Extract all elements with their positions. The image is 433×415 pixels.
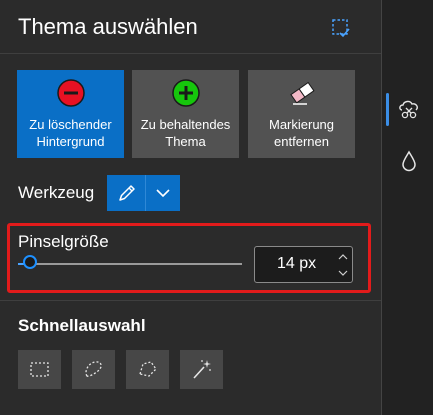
tool-label: Werkzeug xyxy=(18,183,95,202)
tool-button-label: Zu löschender Hintergrund xyxy=(29,117,112,149)
brush-size-slider-thumb[interactable] xyxy=(23,255,37,269)
dropdown-separator xyxy=(145,175,146,211)
side-rail xyxy=(382,0,433,415)
spin-arrows-icon[interactable] xyxy=(337,250,349,280)
divider xyxy=(0,300,381,301)
lasso-select-button[interactable] xyxy=(72,350,115,389)
pen-icon xyxy=(119,185,135,201)
tool-button-label: Zu behaltendes Thema xyxy=(140,117,231,149)
brush-size-input[interactable]: 14 px xyxy=(254,246,353,283)
lasso-select-icon xyxy=(85,361,102,377)
rectangle-select-icon xyxy=(30,362,49,377)
active-rail-indicator xyxy=(386,93,389,126)
polygon-lasso-icon xyxy=(139,361,157,377)
background-to-remove-button[interactable]: Zu löschender Hintergrund xyxy=(17,70,124,158)
clipboard-select-icon[interactable] xyxy=(330,17,352,39)
remove-marking-button[interactable]: Markierung entfernen xyxy=(248,70,355,158)
panel-title: Thema auswählen xyxy=(18,14,198,39)
plus-circle-green-icon xyxy=(171,79,200,107)
background-removal-icon[interactable] xyxy=(396,96,422,122)
brush-size-label: Pinselgröße xyxy=(18,232,109,251)
tool-button-label: Markierung entfernen xyxy=(268,117,335,149)
eraser-icon xyxy=(289,81,315,105)
tool-dropdown[interactable] xyxy=(107,175,180,211)
minus-circle-red-icon xyxy=(56,79,85,107)
rectangle-select-button[interactable] xyxy=(18,350,61,389)
droplet-icon[interactable] xyxy=(399,149,419,173)
brush-size-slider-track[interactable] xyxy=(32,263,242,265)
polygon-lasso-button[interactable] xyxy=(126,350,169,389)
chevron-down-icon[interactable] xyxy=(155,186,171,200)
quick-selection-label: Schnellauswahl xyxy=(18,316,146,335)
brush-size-value[interactable]: 14 px xyxy=(277,255,316,273)
subject-to-keep-button[interactable]: Zu behaltendes Thema xyxy=(132,70,239,158)
magic-wand-icon xyxy=(193,360,211,379)
select-subject-panel: Thema auswählen Zu löschender Hintergrun… xyxy=(0,0,381,415)
divider xyxy=(0,53,381,54)
magic-wand-button[interactable] xyxy=(180,350,223,389)
